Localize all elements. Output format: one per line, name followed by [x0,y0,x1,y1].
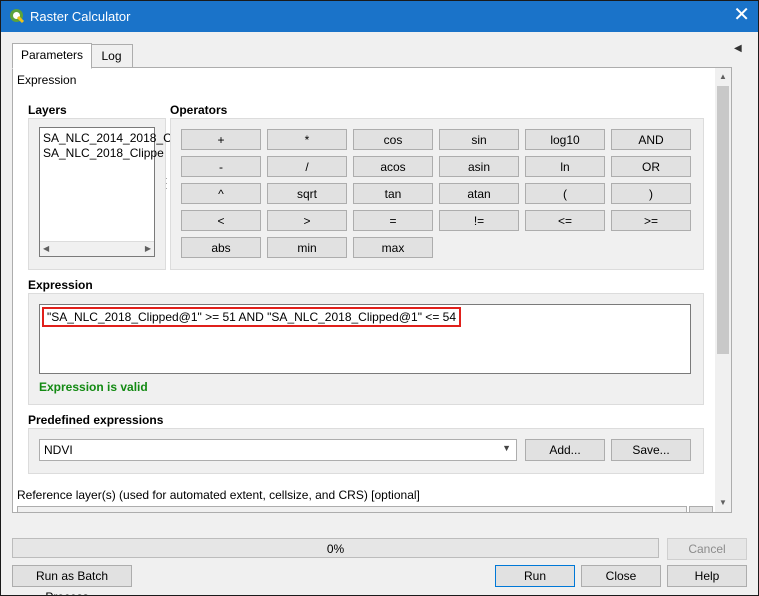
operator-min-button[interactable]: min [267,237,347,258]
tab-log[interactable]: Log [90,44,133,69]
operator-cos-button[interactable]: cos [353,129,433,150]
operator-close-paren-button[interactable]: ) [611,183,691,204]
layer-item[interactable]: SA_NLC_2014_2018_C [43,131,172,146]
run-button[interactable]: Run [495,565,575,587]
operators-label: Operators [170,103,228,117]
scroll-up-icon[interactable]: ▲ [719,72,727,82]
expression-section-label: Expression [17,73,77,87]
operator-minus-button[interactable]: - [181,156,261,177]
collapse-panel-icon[interactable]: ◀ [734,43,742,54]
parameters-panel: Expression Layers SA_NLC_2014_2018_C SA_… [12,67,732,513]
help-button[interactable]: Help [667,565,747,587]
reference-layers-label: Reference layer(s) (used for automated e… [17,488,420,502]
expression-text-area[interactable]: "SA_NLC_2018_Clipped@1" >= 51 AND "SA_NL… [39,304,691,374]
expression-group: "SA_NLC_2018_Clipped@1" >= 51 AND "SA_NL… [28,293,704,405]
operator-greater-equal-button[interactable]: >= [611,210,691,231]
operator-sin-button[interactable]: sin [439,129,519,150]
operator-ln-button[interactable]: ln [525,156,605,177]
expression-status: Expression is valid [39,380,148,394]
progress-bar: 0% [12,538,659,558]
reference-layers-input[interactable] [17,506,687,512]
layers-list[interactable]: SA_NLC_2014_2018_C SA_NLC_2018_Clippe ◀ … [39,127,172,257]
expression-text: "SA_NLC_2018_Clipped@1" >= 51 AND "SA_NL… [42,307,462,327]
operator-power-button[interactable]: ^ [181,183,261,204]
operator-sqrt-button[interactable]: sqrt [267,183,347,204]
operator-log10-button[interactable]: log10 [525,129,605,150]
operator-max-button[interactable]: max [353,237,433,258]
predefined-expressions-group: NDVI ▼ Add... Save... [28,428,704,474]
predefined-expression-select[interactable]: NDVI ▼ [39,439,517,461]
title-bar[interactable]: Raster Calculator ✕ [1,1,758,32]
close-button[interactable]: Close [581,565,661,587]
operator-acos-button[interactable]: acos [353,156,433,177]
scrollbar-thumb[interactable] [717,86,729,354]
operator-multiply-button[interactable]: * [267,129,347,150]
predefined-expressions-label: Predefined expressions [28,413,164,427]
layer-item[interactable]: SA_NLC_2018_Clippe [43,146,172,161]
operator-not-equal-button[interactable]: != [439,210,519,231]
layers-label: Layers [28,103,67,117]
run-as-batch-button[interactable]: Run as Batch Process... [12,565,132,595]
predefined-expression-value: NDVI [44,443,73,457]
raster-calculator-window: Raster Calculator ✕ ◀ Parameters Log Exp… [0,0,759,596]
layers-group: SA_NLC_2014_2018_C SA_NLC_2018_Clippe ◀ … [28,118,172,270]
operator-abs-button[interactable]: abs [181,237,261,258]
qgis-logo-icon [10,9,25,24]
operator-less-equal-button[interactable]: <= [525,210,605,231]
close-icon[interactable]: ✕ [733,5,750,25]
window-title: Raster Calculator [30,9,131,24]
panel-vertical-scrollbar[interactable]: ▲ ▼ [715,68,731,512]
expression-label: Expression [28,278,93,292]
operator-equals-button[interactable]: = [353,210,433,231]
operator-divide-button[interactable]: / [267,156,347,177]
chevron-down-icon[interactable]: ▼ [502,443,511,453]
add-expression-button[interactable]: Add... [525,439,605,461]
operator-tan-button[interactable]: tan [353,183,433,204]
scroll-left-icon[interactable]: ◀ [43,244,49,254]
operators-group: + * cos sin log10 AND - / acos asin ln O… [170,118,704,270]
operator-and-button[interactable]: AND [611,129,691,150]
tab-parameters[interactable]: Parameters [12,43,92,69]
progress-text: 0% [326,542,345,556]
operator-or-button[interactable]: OR [611,156,691,177]
operator-less-than-button[interactable]: < [181,210,261,231]
scroll-down-icon[interactable]: ▼ [719,498,727,508]
save-expression-button[interactable]: Save... [611,439,691,461]
layers-horizontal-scrollbar[interactable]: ◀ ▶ [40,241,154,256]
reference-layers-button[interactable] [689,506,713,512]
operator-greater-than-button[interactable]: > [267,210,347,231]
scroll-right-icon[interactable]: ▶ [145,244,151,254]
cancel-button[interactable]: Cancel [667,538,747,560]
operator-asin-button[interactable]: asin [439,156,519,177]
operator-plus-button[interactable]: + [181,129,261,150]
splitter-handle-icon[interactable]: · · · [165,174,168,193]
operator-open-paren-button[interactable]: ( [525,183,605,204]
operator-atan-button[interactable]: atan [439,183,519,204]
